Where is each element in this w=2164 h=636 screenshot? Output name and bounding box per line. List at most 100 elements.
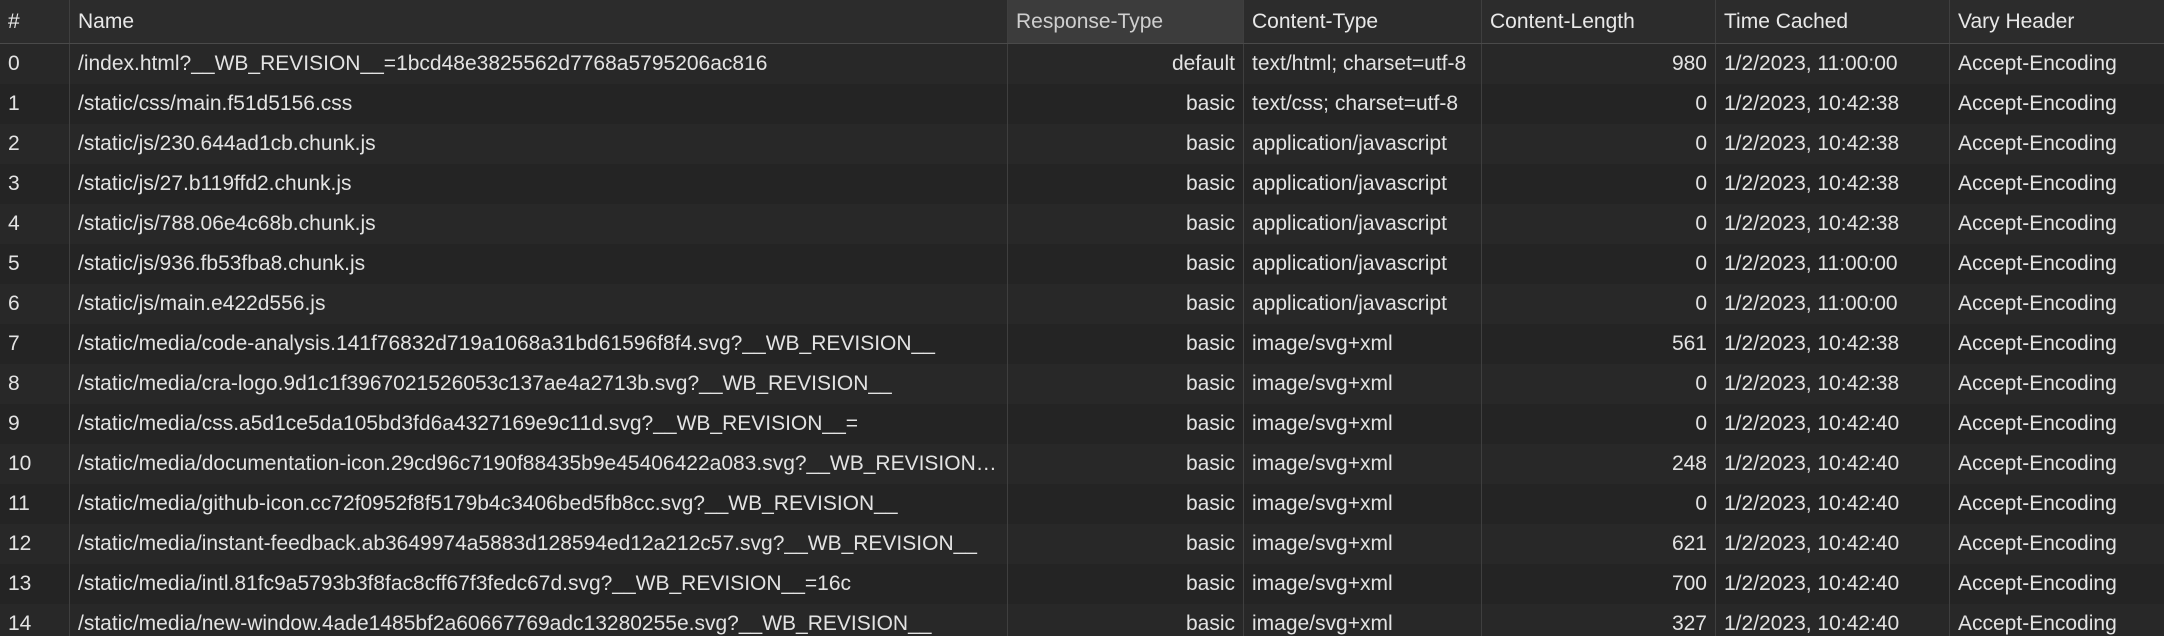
- row-content-length-cell: 0: [1482, 364, 1716, 404]
- table-row[interactable]: 8/static/media/cra-logo.9d1c1f3967021526…: [0, 364, 2164, 404]
- row-content-type-cell: application/javascript: [1244, 124, 1482, 164]
- row-vary-header-cell: Accept-Encoding: [1958, 212, 2117, 235]
- row-index-cell: 1: [0, 84, 70, 124]
- column-header-content-length[interactable]: Content-Length: [1482, 0, 1716, 43]
- row-content-type-cell: application/javascript: [1244, 284, 1482, 324]
- row-index-cell: 9: [0, 404, 70, 444]
- row-vary-header-cell: Accept-Encoding: [1958, 452, 2117, 475]
- row-index-cell: 2: [0, 124, 70, 164]
- row-vary-header-cell: Accept-Encoding: [1958, 572, 2117, 595]
- row-vary-header-cell: Accept-Encoding: [1958, 292, 2117, 315]
- table-row[interactable]: 2/static/js/230.644ad1cb.chunk.js basic ap…: [0, 124, 2164, 164]
- row-response-type-cell: basic: [1008, 204, 1244, 244]
- row-name-cell: /static/js/27.b119ffd2.chunk.js: [70, 164, 1008, 204]
- row-vary-header-cell: Accept-Encoding: [1958, 52, 2117, 75]
- row-vary-header-cell: Accept-Encoding: [1958, 612, 2117, 635]
- row-response-type-cell: basic: [1008, 444, 1244, 484]
- row-vary-header-cell: Accept-Encoding: [1958, 532, 2117, 555]
- row-content-length-cell: 0: [1482, 124, 1716, 164]
- row-response-type-cell: basic: [1008, 284, 1244, 324]
- row-name-cell: /static/js/230.644ad1cb.chunk.js: [70, 124, 1008, 164]
- row-vary-header-cell: Accept-Encoding: [1958, 172, 2117, 195]
- table-row[interactable]: 4/static/js/788.06e4c68b.chunk.js basic ap…: [0, 204, 2164, 244]
- row-index-cell: 0: [0, 44, 70, 84]
- column-header-response-type[interactable]: Response-Type: [1008, 0, 1244, 43]
- row-response-type-cell: basic: [1008, 484, 1244, 524]
- row-time-cached-cell: 1/2/2023, 10:42:38: [1716, 364, 1950, 404]
- row-index-cell: 6: [0, 284, 70, 324]
- row-content-length-cell: 0: [1482, 84, 1716, 124]
- row-response-type-cell: basic: [1008, 604, 1244, 636]
- row-time-cached-cell: 1/2/2023, 10:42:40: [1716, 524, 1950, 564]
- row-content-type-cell: application/javascript: [1244, 164, 1482, 204]
- row-response-type-cell: basic: [1008, 244, 1244, 284]
- table-row[interactable]: 0/index.html?__WB_REVISION__=1bcd48e3825…: [0, 44, 2164, 84]
- row-content-length-cell: 0: [1482, 164, 1716, 204]
- row-name-cell: /static/js/936.fb53fba8.chunk.js: [70, 244, 1008, 284]
- column-header-vary-header[interactable]: Vary Header: [1950, 0, 2164, 43]
- row-content-length-cell: 0: [1482, 284, 1716, 324]
- row-response-type-cell: basic: [1008, 564, 1244, 604]
- row-name-cell: /static/media/intl.81fc9a5793b3f8fac8cff…: [70, 564, 1008, 604]
- row-response-type-cell: basic: [1008, 164, 1244, 204]
- table-header: # Name Response-Type Content-Type Conten…: [0, 0, 2164, 44]
- table-row[interactable]: 3/static/js/27.b119ffd2.chunk.js basic app…: [0, 164, 2164, 204]
- row-name-cell: /static/css/main.f51d5156.css: [70, 84, 1008, 124]
- row-index-cell: 5: [0, 244, 70, 284]
- row-time-cached-cell: 1/2/2023, 11:00:00: [1716, 244, 1950, 284]
- table-row[interactable]: 14/static/media/new-window.4ade1485bf2a6…: [0, 604, 2164, 636]
- row-name-cell: /static/media/instant-feedback.ab3649974…: [70, 524, 1008, 564]
- row-vary-header-cell: Accept-Encoding: [1958, 412, 2117, 435]
- table-row[interactable]: 10/static/media/documentation-icon.29cd9…: [0, 444, 2164, 484]
- table-row[interactable]: 9/static/media/css.a5d1ce5da105bd3fd6a43…: [0, 404, 2164, 444]
- row-response-type-cell: basic: [1008, 324, 1244, 364]
- table-row[interactable]: 7/static/media/code-analysis.141f76832d7…: [0, 324, 2164, 364]
- row-index-cell: 4: [0, 204, 70, 244]
- row-response-type-cell: basic: [1008, 364, 1244, 404]
- row-content-type-cell: image/svg+xml: [1244, 524, 1482, 564]
- table-row[interactable]: 11/static/media/github-icon.cc72f0952f8f…: [0, 484, 2164, 524]
- row-index-cell: 7: [0, 324, 70, 364]
- cache-storage-table: # Name Response-Type Content-Type Conten…: [0, 0, 2164, 636]
- row-time-cached-cell: 1/2/2023, 10:42:40: [1716, 404, 1950, 444]
- table-row[interactable]: 1/static/css/main.f51d5156.css basic text/…: [0, 84, 2164, 124]
- row-name-cell: /index.html?__WB_REVISION__=1bcd48e38255…: [70, 44, 1008, 84]
- row-content-length-cell: 0: [1482, 204, 1716, 244]
- row-content-length-cell: 0: [1482, 404, 1716, 444]
- row-time-cached-cell: 1/2/2023, 10:42:38: [1716, 84, 1950, 124]
- row-index-cell: 10: [0, 444, 70, 484]
- row-content-type-cell: image/svg+xml: [1244, 404, 1482, 444]
- row-name-cell: /static/js/main.e422d556.js: [70, 284, 1008, 324]
- column-header-name[interactable]: Name: [70, 0, 1008, 43]
- row-content-length-cell: 621: [1482, 524, 1716, 564]
- row-time-cached-cell: 1/2/2023, 10:42:38: [1716, 204, 1950, 244]
- column-header-content-type[interactable]: Content-Type: [1244, 0, 1482, 43]
- table-row[interactable]: 12/static/media/instant-feedback.ab36499…: [0, 524, 2164, 564]
- row-name-cell: /static/media/new-window.4ade1485bf2a606…: [70, 604, 1008, 636]
- row-name-cell: /static/media/documentation-icon.29cd96c…: [70, 444, 1008, 484]
- row-time-cached-cell: 1/2/2023, 10:42:40: [1716, 484, 1950, 524]
- row-response-type-cell: basic: [1008, 84, 1244, 124]
- row-name-cell: /static/media/code-analysis.141f76832d71…: [70, 324, 1008, 364]
- row-name-cell: /static/js/788.06e4c68b.chunk.js: [70, 204, 1008, 244]
- column-header-time-cached[interactable]: Time Cached: [1716, 0, 1950, 43]
- row-time-cached-cell: 1/2/2023, 10:42:38: [1716, 324, 1950, 364]
- row-time-cached-cell: 1/2/2023, 10:42:38: [1716, 124, 1950, 164]
- row-time-cached-cell: 1/2/2023, 10:42:40: [1716, 564, 1950, 604]
- column-header-index[interactable]: #: [0, 0, 70, 43]
- row-content-type-cell: application/javascript: [1244, 204, 1482, 244]
- row-content-length-cell: 561: [1482, 324, 1716, 364]
- row-index-cell: 3: [0, 164, 70, 204]
- row-vary-header-cell: Accept-Encoding: [1958, 492, 2117, 515]
- table-row[interactable]: 13/static/media/intl.81fc9a5793b3f8fac8c…: [0, 564, 2164, 604]
- table-row[interactable]: 6/static/js/main.e422d556.js basic applica…: [0, 284, 2164, 324]
- row-vary-header-cell: Accept-Encoding: [1958, 252, 2117, 275]
- row-content-type-cell: text/html; charset=utf-8: [1244, 44, 1482, 84]
- table-row[interactable]: 5/static/js/936.fb53fba8.chunk.js basic ap…: [0, 244, 2164, 284]
- row-content-length-cell: 248: [1482, 444, 1716, 484]
- row-name-cell: /static/media/css.a5d1ce5da105bd3fd6a432…: [70, 404, 1008, 444]
- row-vary-header-cell: Accept-Encoding: [1958, 132, 2117, 155]
- row-content-type-cell: image/svg+xml: [1244, 484, 1482, 524]
- row-content-type-cell: image/svg+xml: [1244, 604, 1482, 636]
- row-index-cell: 8: [0, 364, 70, 404]
